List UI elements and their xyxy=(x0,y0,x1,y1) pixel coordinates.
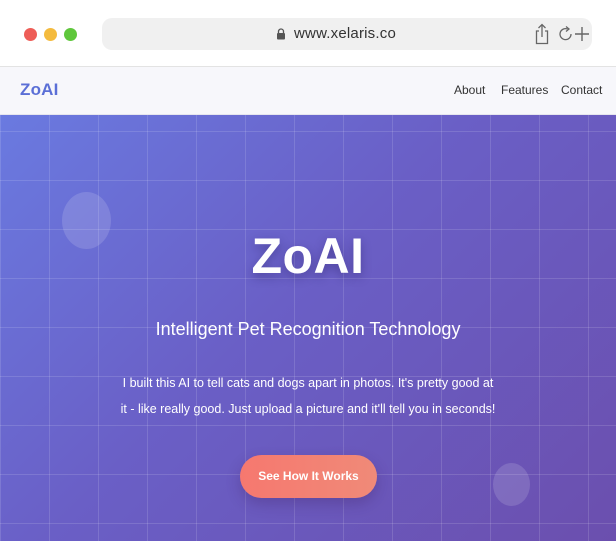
nav-link-about[interactable]: About xyxy=(454,83,485,97)
lock-icon xyxy=(277,28,285,40)
minimize-window-button[interactable] xyxy=(44,28,57,41)
browser-chrome: www.xelaris.co xyxy=(0,0,616,67)
nav-link-features[interactable]: Features xyxy=(501,83,548,97)
plus-icon[interactable] xyxy=(574,26,590,42)
url-text: www.xelaris.co xyxy=(294,25,396,42)
hero-subtitle: Intelligent Pet Recognition Technology xyxy=(155,319,461,339)
hero-description: I built this AI to tell cats and dogs ap… xyxy=(120,376,496,416)
see-how-it-works-button[interactable]: See How It Works xyxy=(240,455,377,498)
hero-section: ZoAI Intelligent Pet Recognition Technol… xyxy=(0,115,616,541)
reload-icon[interactable] xyxy=(558,25,574,43)
share-icon[interactable] xyxy=(534,23,550,45)
site-logo[interactable]: ZoAI xyxy=(20,80,59,100)
hero-title: ZoAI xyxy=(251,228,365,284)
maximize-window-button[interactable] xyxy=(64,28,77,41)
nav-link-contact[interactable]: Contact xyxy=(561,83,602,97)
address-bar[interactable]: www.xelaris.co xyxy=(102,18,592,50)
site-navbar: ZoAI About Features Contact xyxy=(0,67,616,115)
decorative-circle xyxy=(493,463,530,506)
close-window-button[interactable] xyxy=(24,28,37,41)
